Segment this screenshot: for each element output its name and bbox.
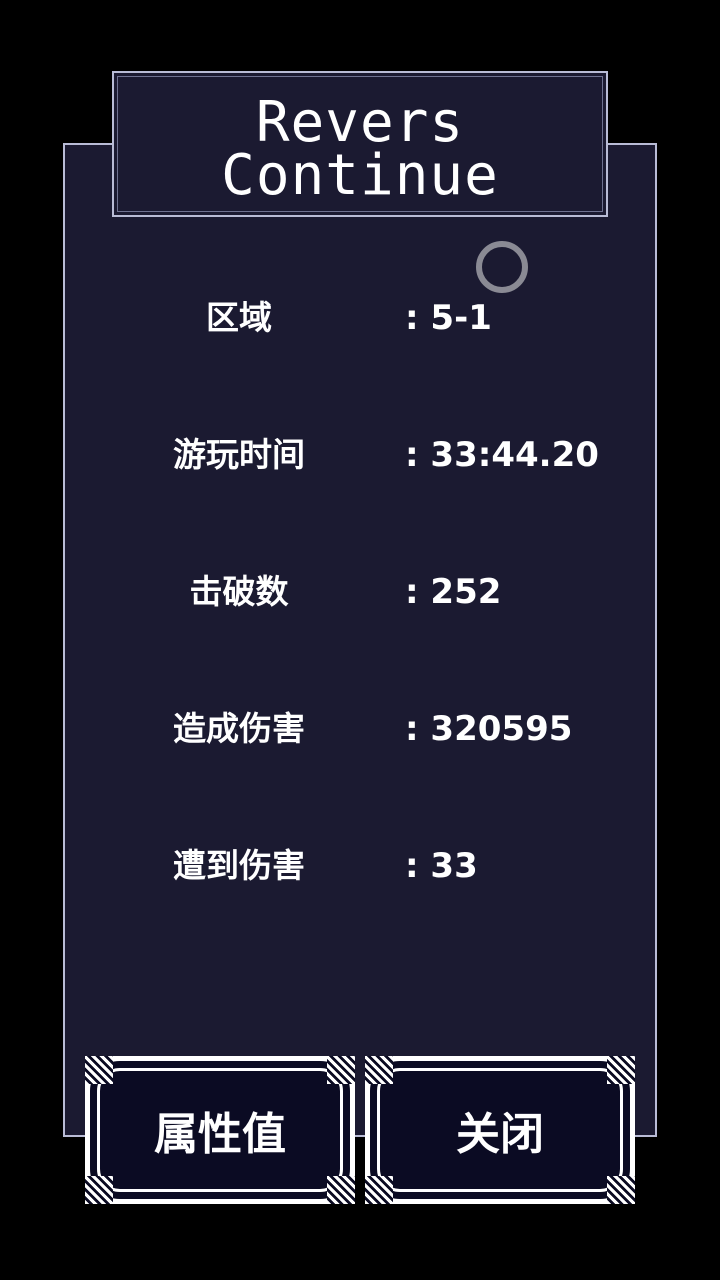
stat-row-kills: 击破数 : 252 [63,562,657,622]
ornament-corner-icon [365,1056,393,1084]
stat-value: : 33:44.20 [405,435,599,475]
stat-row-playtime: 游玩时间 : 33:44.20 [63,425,657,485]
ornament-corner-icon [327,1176,355,1204]
results-screen: Revers Continue 区域 : 5-1 游玩时间 : 33:44.20… [0,0,720,1280]
close-button-face: 关闭 [370,1061,630,1199]
stat-label: 游玩时间 [173,435,305,474]
loading-spinner-icon [476,241,528,293]
stat-value: : 5-1 [405,298,492,338]
ornament-corner-icon [85,1176,113,1204]
stat-value: : 33 [405,846,478,886]
stat-label: 遭到伤害 [173,846,305,885]
stat-value: : 320595 [405,709,573,749]
stat-value: : 252 [405,572,502,612]
ornament-corner-icon [327,1056,355,1084]
title-banner: Revers Continue [112,71,608,217]
ornament-corner-icon [85,1056,113,1084]
stat-row-damage-taken: 遭到伤害 : 33 [63,836,657,896]
close-button-label: 关闭 [456,1109,544,1160]
stat-label: 区域 [206,298,272,337]
stats-button-face: 属性值 [90,1061,350,1199]
title-line-2: Continue [221,143,499,208]
stat-row-area: 区域 : 5-1 [63,288,657,348]
stats-button[interactable]: 属性值 [85,1056,355,1204]
stat-label: 造成伤害 [173,709,305,748]
stat-row-damage-dealt: 造成伤害 : 320595 [63,699,657,759]
ornament-corner-icon [365,1176,393,1204]
ornament-corner-icon [607,1056,635,1084]
stat-label: 击破数 [189,572,289,611]
stats-button-label: 属性值 [154,1109,286,1160]
close-button[interactable]: 关闭 [365,1056,635,1204]
ornament-corner-icon [607,1176,635,1204]
